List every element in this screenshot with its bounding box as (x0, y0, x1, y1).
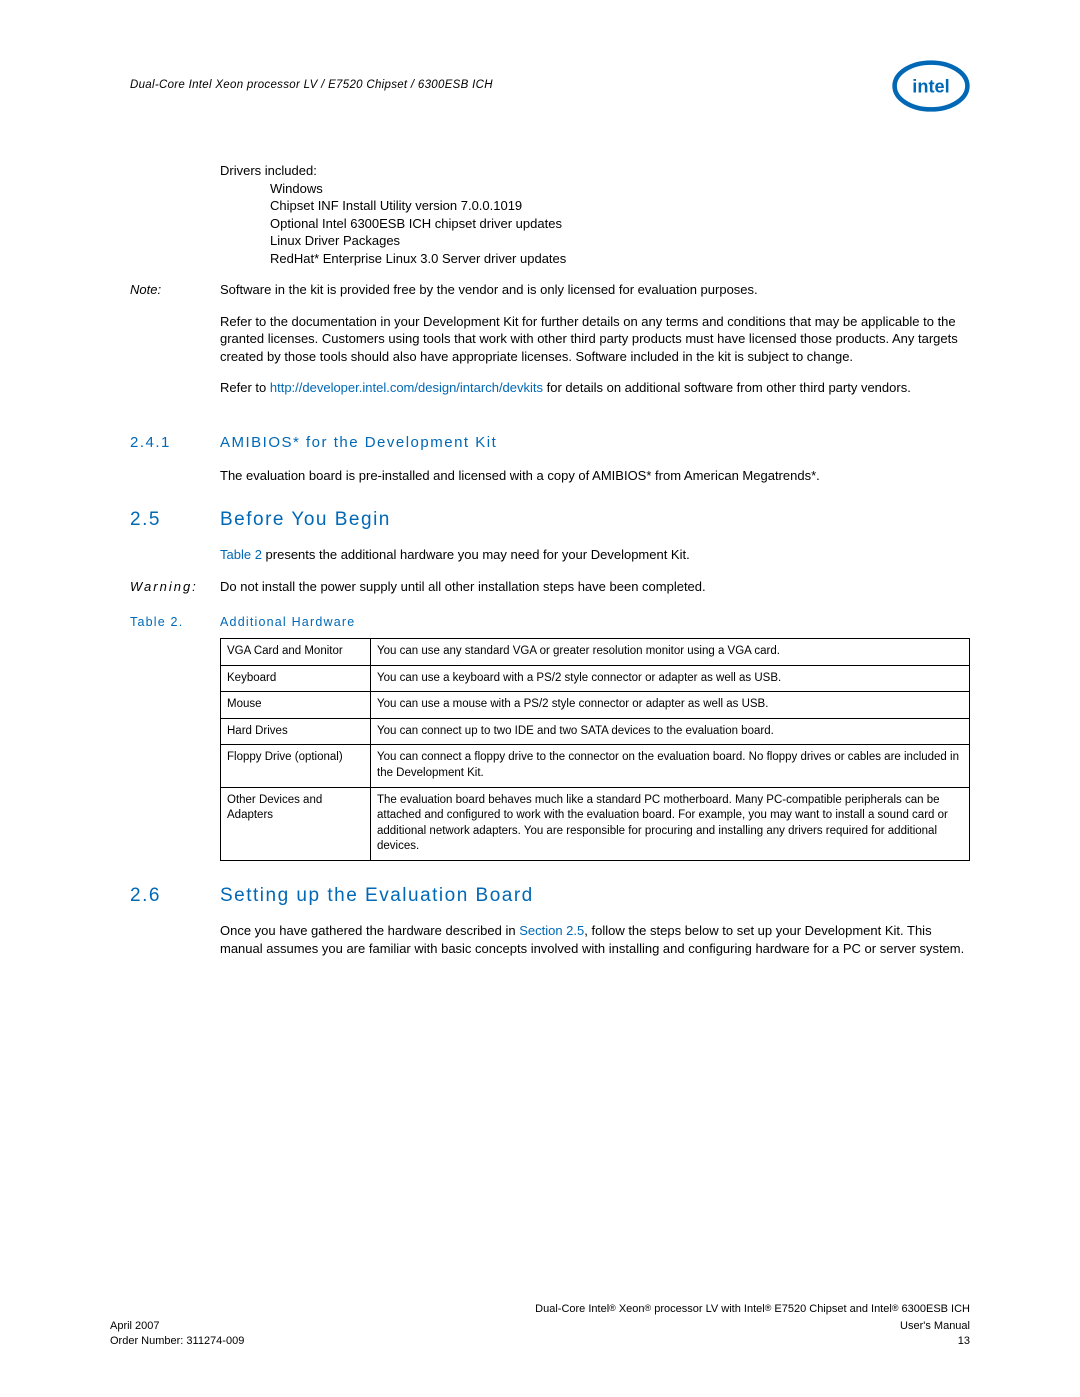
text: for details on additional software from … (543, 380, 911, 395)
footer-order-number: Order Number: 311274-009 (110, 1334, 244, 1349)
table-caption-title: Additional Hardware (220, 614, 355, 631)
section-ref-link[interactable]: Section 2.5 (519, 923, 584, 938)
driver-item: Optional Intel 6300ESB ICH chipset drive… (270, 215, 970, 233)
table-caption: Table 2. Additional Hardware (130, 614, 970, 631)
table-cell: You can use a mouse with a PS/2 style co… (371, 692, 970, 719)
section-title: Setting up the Evaluation Board (220, 883, 534, 909)
warning-label: Warning: (130, 578, 220, 596)
section-number: 2.6 (130, 883, 220, 909)
table-cell: Other Devices and Adapters (221, 787, 371, 860)
table-ref-link[interactable]: Table 2 (220, 547, 262, 562)
table-row: KeyboardYou can use a keyboard with a PS… (221, 665, 970, 692)
note-label: Note: (130, 281, 220, 411)
table-cell: Mouse (221, 692, 371, 719)
table-cell: Hard Drives (221, 718, 371, 745)
svg-text:intel: intel (912, 77, 949, 97)
table-cell: Floppy Drive (optional) (221, 745, 371, 787)
body-paragraph: Once you have gathered the hardware desc… (220, 922, 970, 957)
note-paragraph: Software in the kit is provided free by … (220, 281, 970, 299)
footer-date: April 2007 (110, 1319, 160, 1334)
section-number: 2.4.1 (130, 433, 220, 453)
text: Refer to (220, 380, 270, 395)
footer-manual: User's Manual (900, 1319, 970, 1334)
driver-item: RedHat* Enterprise Linux 3.0 Server driv… (270, 250, 970, 268)
subsection-heading: 2.4.1 AMIBIOS* for the Development Kit (130, 433, 970, 453)
body-paragraph: Table 2 presents the additional hardware… (220, 546, 970, 564)
section-heading: 2.6 Setting up the Evaluation Board (130, 883, 970, 909)
section-title: AMIBIOS* for the Development Kit (220, 433, 497, 453)
table-caption-label: Table 2. (130, 614, 220, 631)
table-wrapper: VGA Card and MonitorYou can use any stan… (220, 638, 970, 860)
table-cell: VGA Card and Monitor (221, 639, 371, 666)
section-number: 2.5 (130, 507, 220, 533)
table-row: Other Devices and AdaptersThe evaluation… (221, 787, 970, 860)
table-cell: You can connect up to two IDE and two SA… (371, 718, 970, 745)
breadcrumb: Dual-Core Intel Xeon processor LV / E752… (130, 78, 493, 94)
text: Once you have gathered the hardware desc… (220, 923, 519, 938)
footer-product-line: Dual-Core Intel® Xeon® processor LV with… (110, 1302, 970, 1317)
driver-item: Linux Driver Packages (270, 232, 970, 250)
body-paragraph: The evaluation board is pre-installed an… (220, 467, 970, 485)
table-row: VGA Card and MonitorYou can use any stan… (221, 639, 970, 666)
section-title: Before You Begin (220, 507, 391, 533)
table-cell: Keyboard (221, 665, 371, 692)
drivers-block: Drivers included: Windows Chipset INF In… (220, 162, 970, 267)
table-cell: The evaluation board behaves much like a… (371, 787, 970, 860)
text: presents the additional hardware you may… (262, 547, 690, 562)
additional-hardware-table: VGA Card and MonitorYou can use any stan… (220, 638, 970, 860)
driver-item: Chipset INF Install Utility version 7.0.… (270, 197, 970, 215)
intel-logo: intel (892, 60, 970, 112)
drivers-intro: Drivers included: (220, 162, 970, 180)
note-paragraph: Refer to the documentation in your Devel… (220, 313, 970, 366)
page-number: 13 (958, 1334, 970, 1349)
note-row: Note: Software in the kit is provided fr… (130, 281, 970, 411)
note-paragraph: Refer to http://developer.intel.com/desi… (220, 379, 970, 397)
table-row: Floppy Drive (optional)You can connect a… (221, 745, 970, 787)
table-cell: You can use any standard VGA or greater … (371, 639, 970, 666)
external-link[interactable]: http://developer.intel.com/design/intarc… (270, 380, 543, 395)
warning-body: Do not install the power supply until al… (220, 578, 970, 596)
table-cell: You can connect a floppy drive to the co… (371, 745, 970, 787)
page-footer: Dual-Core Intel® Xeon® processor LV with… (110, 1302, 970, 1349)
page-header: Dual-Core Intel Xeon processor LV / E752… (130, 60, 970, 112)
table-row: MouseYou can use a mouse with a PS/2 sty… (221, 692, 970, 719)
table-cell: You can use a keyboard with a PS/2 style… (371, 665, 970, 692)
driver-item: Windows (270, 180, 970, 198)
warning-row: Warning: Do not install the power supply… (130, 578, 970, 596)
section-heading: 2.5 Before You Begin (130, 507, 970, 533)
table-row: Hard DrivesYou can connect up to two IDE… (221, 718, 970, 745)
